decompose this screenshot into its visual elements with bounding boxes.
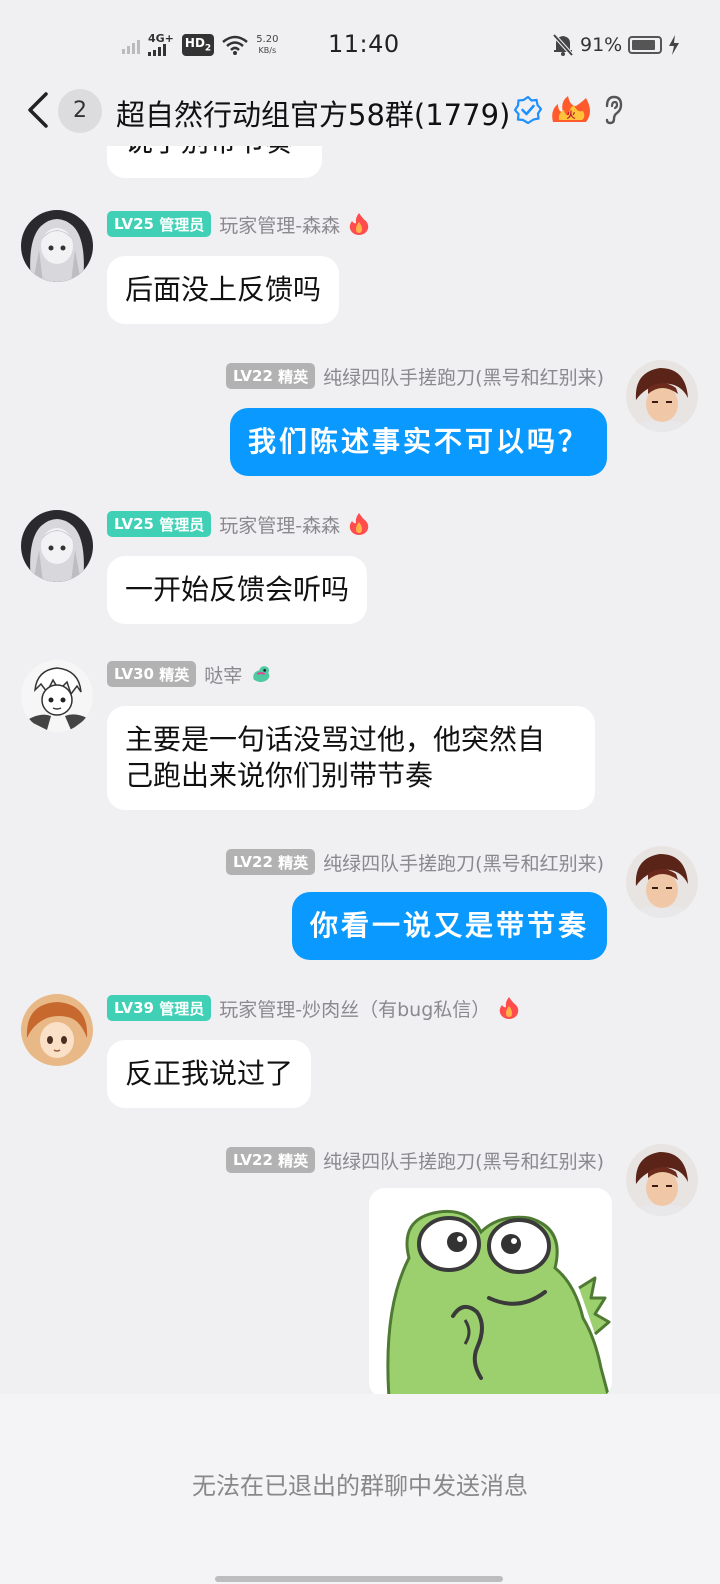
charging-icon (669, 35, 680, 55)
message-meta: LV25 管理员 玩家管理-森森 (107, 510, 370, 538)
self-message-bubble[interactable]: 我们陈述事实不可以吗？ (229, 408, 607, 476)
unread-count-badge[interactable]: 2 (58, 89, 102, 133)
self-avatar[interactable] (626, 846, 698, 918)
self-message-bubble[interactable]: 你看一说又是带节奏 (291, 892, 607, 960)
message-bubble[interactable]: 主要是一句话没骂过他，他突然自 己跑出来说你们别带节奏 (107, 706, 595, 810)
fire-rank-icon: 火 (552, 96, 590, 122)
avatar[interactable] (21, 510, 93, 582)
avatar[interactable] (21, 994, 93, 1066)
home-indicator[interactable] (215, 1576, 503, 1582)
network-speed: 5.20 KB/s (256, 34, 279, 55)
sender-name[interactable]: 纯绿四队手搓跑刀(黑号和红别来) (323, 363, 604, 390)
message-bubble[interactable]: 后面没上反馈吗 (107, 256, 340, 324)
flame-icon (349, 513, 369, 535)
network-type: 4G+ (148, 32, 174, 45)
sender-name[interactable]: 纯绿四队手搓跑刀(黑号和红别来) (323, 849, 604, 876)
level-badge: LV22 精英 (225, 849, 316, 875)
message-meta: LV39 管理员 玩家管理-炒肉丝（有bug私信） (107, 994, 520, 1022)
group-title[interactable]: 超自然行动组官方58群(1779) (116, 92, 510, 134)
back-arrow-icon[interactable] (20, 90, 56, 130)
level-badge: LV25 管理员 (107, 211, 212, 237)
wifi-icon (222, 35, 248, 55)
flame-icon (499, 997, 519, 1019)
clock: 11:40 (328, 30, 400, 58)
message-meta: LV22 精英 纯绿四队手搓跑刀(黑号和红别来) (225, 848, 604, 876)
status-right: 91% (552, 32, 680, 58)
status-left: 4G+ HD2 5.20 KB/s (122, 32, 278, 58)
level-badge: LV22 精英 (225, 1147, 316, 1173)
sim1-signal-icon (122, 36, 140, 54)
message-list[interactable]: 说了别带节奏 LV25 管理员 玩家管理-森森 后面没上反馈吗 LV22 精英 … (0, 146, 720, 1394)
svg-text:火: 火 (566, 110, 576, 121)
verified-badge-icon (514, 96, 542, 124)
mute-bell-icon (552, 33, 574, 57)
message-bubble[interactable]: 反正我说过了 (107, 1040, 312, 1108)
self-avatar[interactable] (626, 1144, 698, 1216)
message-meta: LV22 精英 纯绿四队手搓跑刀(黑号和红别来) (225, 362, 604, 390)
chat-header: 2 超自然行动组官方58群(1779) 火 (0, 76, 720, 146)
level-badge: LV39 管理员 (107, 995, 212, 1021)
message-bubble-partial[interactable]: 说了别带节奏 (107, 146, 322, 178)
hd-voice-icon: HD2 (181, 34, 215, 56)
flame-icon (349, 213, 369, 235)
message-meta: LV30 精英 哒宰 (107, 660, 272, 688)
sender-name[interactable]: 玩家管理-炒肉丝（有bug私信） (219, 995, 490, 1022)
avatar[interactable] (21, 660, 93, 732)
self-avatar[interactable] (626, 360, 698, 432)
avatar[interactable] (21, 210, 93, 282)
battery-icon (628, 36, 663, 54)
sim2-signal-icon (148, 44, 166, 56)
sender-name[interactable]: 纯绿四队手搓跑刀(黑号和红别来) (323, 1147, 604, 1174)
battery-percent: 91% (580, 34, 623, 56)
message-bubble[interactable]: 一开始反馈会听吗 (107, 556, 368, 624)
sender-name[interactable]: 玩家管理-森森 (219, 211, 340, 238)
level-badge: LV22 精英 (225, 363, 316, 389)
message-meta: LV25 管理员 玩家管理-森森 (107, 210, 370, 238)
ear-mode-icon[interactable] (600, 94, 628, 126)
message-meta: LV22 精英 纯绿四队手搓跑刀(黑号和红别来) (225, 1146, 604, 1174)
sender-name[interactable]: 哒宰 (204, 661, 242, 688)
green-frog-sticker[interactable] (369, 1188, 612, 1394)
input-area: 无法在已退出的群聊中发送消息 (0, 1394, 720, 1584)
dragon-icon (253, 666, 270, 683)
level-badge: LV30 精英 (107, 661, 197, 687)
sender-name[interactable]: 玩家管理-森森 (219, 511, 340, 538)
level-badge: LV25 管理员 (107, 511, 212, 537)
group-exited-notice: 无法在已退出的群聊中发送消息 (192, 1472, 528, 1500)
